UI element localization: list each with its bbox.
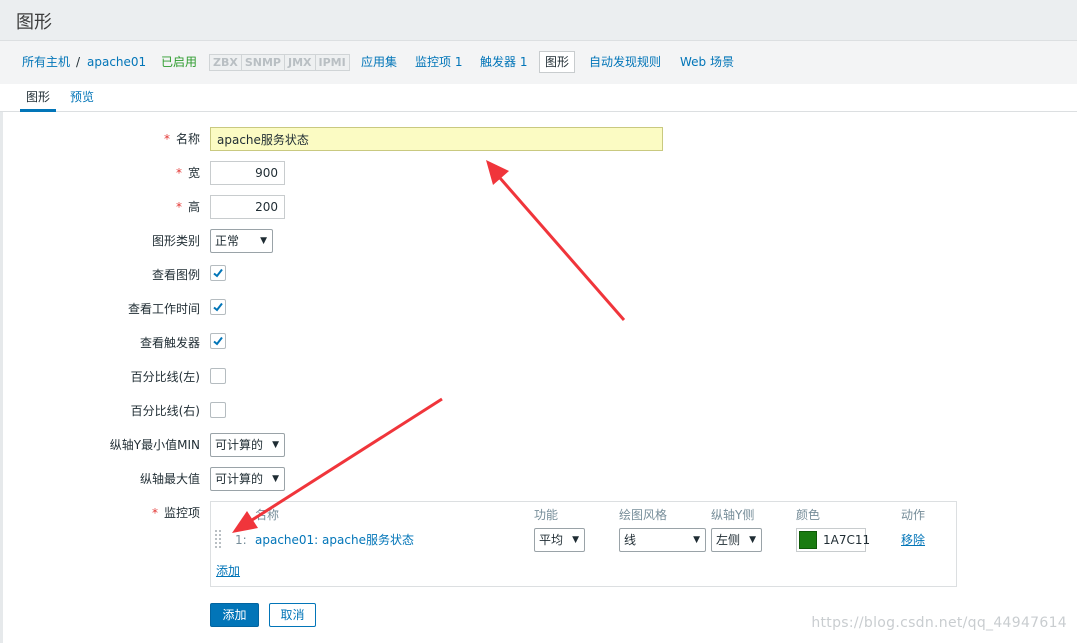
cancel-button[interactable]: 取消 [269, 603, 316, 627]
add-button[interactable]: 添加 [210, 603, 259, 627]
items-header-function: 功能 [534, 508, 559, 522]
ipmi-badge: IPMI [315, 55, 349, 70]
breadcrumb-all-hosts[interactable]: 所有主机 [22, 52, 70, 74]
graph-type-select[interactable]: 正常 ▼ [210, 229, 273, 253]
name-input[interactable] [210, 127, 663, 151]
item-function-select[interactable]: 平均 ▼ [534, 528, 585, 552]
show-working-time-label: 查看工作时间 [127, 302, 200, 316]
color-swatch[interactable] [799, 531, 817, 549]
item-y-axis-side-select[interactable]: 左侧 ▼ [711, 528, 762, 552]
availability-badges: ZBX SNMP JMX IPMI [209, 54, 350, 71]
drag-handle-icon[interactable] [215, 530, 221, 548]
watermark: https://blog.csdn.net/qq_44947614 [811, 615, 1067, 631]
show-legend-checkbox[interactable] [210, 265, 226, 281]
percentile-right-checkbox[interactable] [210, 402, 226, 418]
checkmark-icon [213, 268, 223, 278]
checkmark-icon [213, 302, 223, 312]
zbx-badge: ZBX [210, 55, 242, 70]
percentile-left-checkbox[interactable] [210, 368, 226, 384]
items-header-draw-style: 绘图风格 [619, 508, 668, 522]
show-working-time-checkbox[interactable] [210, 299, 226, 315]
item-row-index: 1: [235, 533, 247, 547]
chevron-down-icon: ▼ [572, 535, 579, 545]
show-triggers-checkbox[interactable] [210, 333, 226, 349]
nav-web-scenarios[interactable]: Web 场景 [680, 52, 734, 74]
items-header-y-axis-side: 纵轴Y侧 [711, 508, 755, 522]
graph-type-label: 图形类别 [151, 234, 200, 248]
percentile-right-label: 百分比线(右) [130, 404, 200, 418]
checkmark-icon [213, 336, 223, 346]
name-label: * 名称 [163, 132, 200, 146]
items-header-action: 动作 [901, 508, 926, 522]
chevron-down-icon: ▼ [272, 474, 279, 484]
tab-preview[interactable]: 预览 [70, 88, 94, 112]
show-legend-label: 查看图例 [151, 268, 200, 282]
item-draw-style-select[interactable]: 线 ▼ [619, 528, 706, 552]
nav-discovery-rules[interactable]: 自动发现规则 [589, 52, 661, 74]
percentile-left-label: 百分比线(左) [130, 370, 200, 384]
items-label: * 监控项 [151, 506, 200, 520]
page-title: 图形 [16, 12, 52, 33]
item-remove-link[interactable]: 移除 [901, 532, 925, 548]
snmp-badge: SNMP [241, 55, 285, 70]
breadcrumb-host[interactable]: apache01 [87, 52, 146, 74]
tab-bar [0, 84, 1077, 112]
y-max-label: 纵轴最大值 [139, 472, 200, 486]
show-triggers-label: 查看触发器 [139, 336, 200, 350]
y-max-select[interactable]: 可计算的 ▼ [210, 467, 285, 491]
add-item-link[interactable]: 添加 [216, 563, 240, 579]
chevron-down-icon: ▼ [260, 236, 267, 246]
chevron-down-icon: ▼ [693, 535, 700, 545]
item-row-name-link[interactable]: apache01: apache服务状态 [255, 532, 414, 548]
item-color-value[interactable]: 1A7C11 [823, 529, 870, 551]
width-input[interactable] [210, 161, 285, 185]
nav-applications[interactable]: 应用集 [361, 52, 397, 74]
width-label: * 宽 [175, 166, 200, 180]
items-header-color: 颜色 [796, 508, 821, 522]
nav-graphs[interactable]: 图形 [539, 51, 576, 73]
chevron-down-icon: ▼ [272, 440, 279, 450]
host-status-enabled[interactable]: 已启用 [161, 52, 197, 74]
height-input[interactable] [210, 195, 285, 219]
y-min-select[interactable]: 可计算的 ▼ [210, 433, 285, 457]
left-edge [0, 112, 3, 643]
tab-graph[interactable]: 图形 [20, 88, 57, 112]
item-color-picker[interactable]: 1A7C11 [796, 528, 870, 552]
y-min-label: 纵轴Y最小值MIN [109, 438, 200, 452]
breadcrumb-separator: / [76, 55, 81, 69]
height-label: * 高 [175, 200, 200, 214]
jmx-badge: JMX [284, 55, 316, 70]
nav-items[interactable]: 监控项 1 [415, 52, 462, 74]
items-header-name: 名称 [255, 508, 280, 522]
nav-triggers[interactable]: 触发器 1 [480, 52, 527, 74]
chevron-down-icon: ▼ [749, 535, 756, 545]
